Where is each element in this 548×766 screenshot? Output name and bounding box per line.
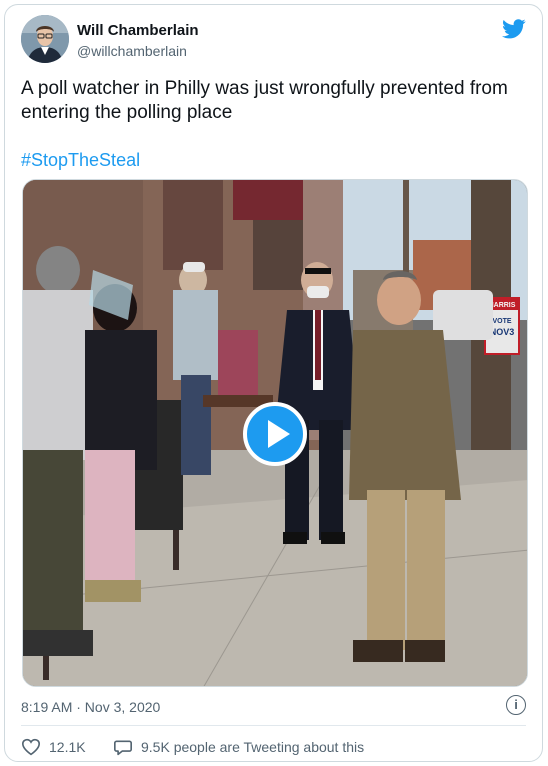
twitter-bird-icon[interactable] [502, 19, 526, 39]
tweet-timestamp[interactable]: 8:19 AM · Nov 3, 2020 [21, 699, 160, 715]
heart-icon [21, 738, 41, 756]
like-button[interactable]: 12.1K [21, 735, 86, 759]
tweet-text: A poll watcher in Philly was just wrongf… [21, 78, 508, 123]
avatar-image [21, 15, 69, 63]
reply-bubble-icon [114, 740, 132, 756]
info-icon[interactable]: i [506, 695, 526, 715]
divider [21, 725, 526, 726]
hashtag-link[interactable]: #StopTheSteal [21, 150, 140, 171]
play-button[interactable] [243, 402, 307, 466]
author-handle[interactable]: @willchamberlain [77, 43, 187, 59]
avatar[interactable] [21, 15, 69, 63]
tweet-card: Will Chamberlain @willchamberlain A poll… [4, 4, 543, 762]
conversation-text: 9.5K people are Tweeting about this [141, 739, 365, 755]
video-player[interactable]: HARRIS VOTE NOV3 [22, 179, 528, 687]
like-count: 12.1K [49, 739, 86, 755]
author-name[interactable]: Will Chamberlain [77, 22, 199, 39]
conversation-link[interactable]: 9.5K people are Tweeting about this [113, 735, 364, 759]
